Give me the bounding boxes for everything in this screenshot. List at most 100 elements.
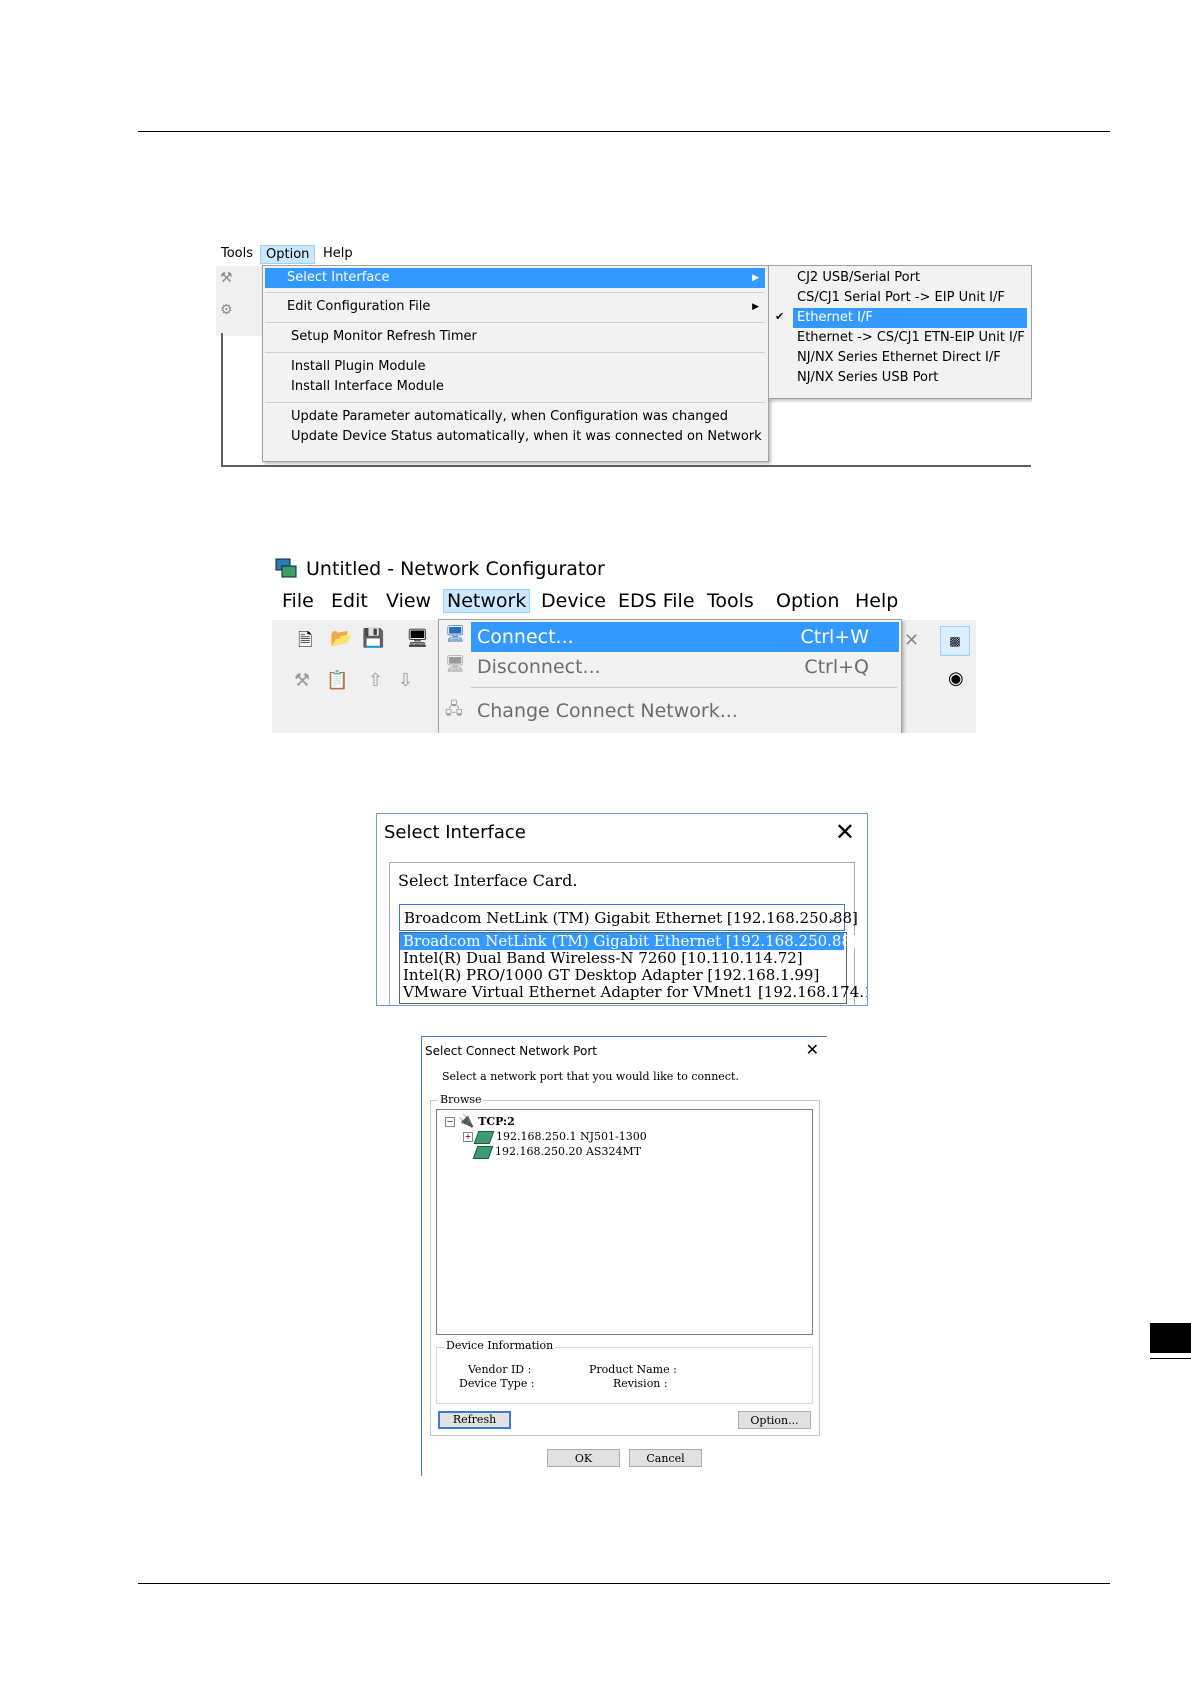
- setup-monitor-item[interactable]: Setup Monitor Refresh Timer: [265, 327, 765, 347]
- menu-separator: [265, 322, 765, 323]
- install-plugin-item[interactable]: Install Plugin Module: [265, 357, 765, 377]
- disconnect-icon: 🖥: [445, 654, 466, 673]
- menu-option[interactable]: Option: [773, 590, 842, 612]
- vendor-id-label: Vendor ID :: [468, 1363, 532, 1376]
- connect-label: Connect...: [477, 626, 574, 648]
- menu-view[interactable]: View: [383, 590, 434, 612]
- submenu-item-ethernet-etn[interactable]: Ethernet -> CS/CJ1 ETN-EIP Unit I/F: [793, 328, 1027, 348]
- update-device-status-item[interactable]: Update Device Status automatically, when…: [265, 427, 765, 447]
- menu-bar: File Edit View Network Device EDS File T…: [272, 587, 976, 617]
- update-parameter-item[interactable]: Update Parameter automatically, when Con…: [265, 407, 765, 427]
- interface-card-options: Broadcom NetLink (TM) Gigabit Ethernet […: [399, 932, 867, 1004]
- edit-config-item[interactable]: Edit Configuration File ▶: [265, 297, 765, 317]
- tree-node-label: 192.168.250.20 AS324MT: [495, 1145, 642, 1158]
- tree-root-tcp[interactable]: − 🔌 TCP:2: [445, 1114, 515, 1129]
- menu-separator: [471, 687, 897, 688]
- network-view-icon[interactable]: ▩: [940, 626, 970, 656]
- tree-root-label: TCP:2: [478, 1115, 515, 1128]
- header-rule: [138, 131, 1110, 132]
- submenu-item-ethernet[interactable]: Ethernet I/F: [793, 308, 1027, 328]
- connect-item[interactable]: Connect... Ctrl+W: [471, 622, 899, 652]
- canvas-bottom-line: [221, 465, 1031, 467]
- wrench-icon[interactable]: ⚒: [220, 270, 233, 286]
- tree-node-nj501[interactable]: +192.168.250.1 NJ501-1300: [463, 1130, 647, 1144]
- page-thumb-rule: [1150, 1358, 1191, 1359]
- page-thumb-tab: [1150, 1323, 1191, 1353]
- menu-eds-file[interactable]: EDS File: [615, 590, 698, 612]
- revision-label: Revision :: [613, 1377, 668, 1390]
- collapse-icon[interactable]: −: [445, 1117, 455, 1127]
- dialog-title: Select Connect Network Port: [425, 1044, 597, 1058]
- interface-card-select[interactable]: Broadcom NetLink (TM) Gigabit Ethernet […: [399, 904, 858, 932]
- chevron-down-icon[interactable]: ⌄: [827, 905, 838, 932]
- menu-bar: Tools Option Help: [216, 243, 1032, 265]
- ok-button[interactable]: OK: [547, 1449, 620, 1467]
- canvas-border: [221, 333, 223, 467]
- menu-separator: [265, 292, 765, 293]
- select-interface-item[interactable]: Select Interface ▶: [265, 268, 765, 288]
- expand-icon[interactable]: +: [463, 1132, 473, 1142]
- select-interface-dialog: Select Interface ✕ Select Interface Card…: [376, 813, 868, 1006]
- close-icon[interactable]: ✕: [806, 1040, 819, 1059]
- menu-option[interactable]: Option: [260, 245, 316, 264]
- menu-tools[interactable]: Tools: [704, 590, 757, 612]
- tree-node-label: 192.168.250.1 NJ501-1300: [496, 1130, 647, 1143]
- wrench-icon[interactable]: ⚒: [294, 670, 310, 691]
- select-interface-submenu: CJ2 USB/Serial Port CS/CJ1 Serial Port -…: [768, 265, 1032, 399]
- change-network-icon: 🖧: [445, 699, 463, 718]
- menu-file[interactable]: File: [279, 590, 317, 612]
- upload-icon[interactable]: ⇧: [368, 670, 383, 691]
- network-dropdown: 🖥 Connect... Ctrl+W 🖥 Disconnect... Ctrl…: [438, 619, 902, 733]
- interface-card-selected: Broadcom NetLink (TM) Gigabit Ethernet […: [404, 909, 858, 927]
- device-type-label: Device Type :: [459, 1377, 535, 1390]
- interface-option-broadcom[interactable]: Broadcom NetLink (TM) Gigabit Ethernet […: [400, 933, 857, 950]
- submenu-arrow-icon: ▶: [752, 273, 759, 283]
- interface-option-intel-wireless[interactable]: Intel(R) Dual Band Wireless-N 7260 [10.1…: [400, 950, 844, 967]
- disconnect-item[interactable]: Disconnect... Ctrl+Q: [471, 652, 899, 682]
- interface-option-vmware[interactable]: VMware Virtual Ethernet Adapter for VMne…: [400, 984, 867, 1001]
- download-icon[interactable]: ⇩: [398, 670, 413, 691]
- select-interface-label: Select Interface: [287, 270, 390, 285]
- edit-config-label: Edit Configuration File: [287, 299, 431, 314]
- network-configurator-app-icon: [275, 558, 297, 578]
- close-icon[interactable]: ✕: [904, 630, 919, 651]
- new-file-icon[interactable]: 🗎: [298, 628, 312, 658]
- submenu-item-cj2-usb[interactable]: CJ2 USB/Serial Port: [793, 268, 1027, 288]
- refresh-button[interactable]: Refresh: [438, 1411, 511, 1429]
- tool-icon[interactable]: ⚙: [220, 302, 233, 318]
- submenu-arrow-icon: ▶: [752, 302, 759, 312]
- disconnect-shortcut: Ctrl+Q: [804, 656, 869, 678]
- install-interface-item[interactable]: Install Interface Module: [265, 377, 765, 397]
- menu-tools[interactable]: Tools: [216, 245, 258, 262]
- connect-shortcut: Ctrl+W: [800, 626, 869, 648]
- browse-label: Browse: [438, 1093, 484, 1106]
- device-icon: [472, 1145, 494, 1159]
- network-tree: − 🔌 TCP:2 +192.168.250.1 NJ501-1300 192.16…: [436, 1109, 813, 1335]
- binoculars-icon[interactable]: ◉: [948, 668, 964, 689]
- option-button[interactable]: Option...: [738, 1411, 811, 1429]
- tree-node-as324mt[interactable]: 192.168.250.20 AS324MT: [472, 1145, 642, 1159]
- device-information-label: Device Information: [444, 1339, 556, 1352]
- save-icon[interactable]: 💾: [362, 628, 384, 649]
- clipboard-icon[interactable]: 📋: [326, 670, 348, 691]
- footer-rule: [138, 1583, 1110, 1584]
- close-icon[interactable]: ✕: [835, 818, 855, 846]
- option-menu-screenshot: Tools Option Help ⚒ ⚙ Select Interface ▶…: [216, 243, 1032, 488]
- menu-separator: [265, 402, 765, 403]
- menu-edit[interactable]: Edit: [328, 590, 371, 612]
- menu-help[interactable]: Help: [318, 245, 358, 262]
- menu-network[interactable]: Network: [443, 589, 531, 613]
- cancel-button[interactable]: Cancel: [629, 1449, 702, 1467]
- dialog-title: Select Interface: [384, 822, 526, 843]
- connect-icon: 🖥: [445, 624, 466, 643]
- menu-help[interactable]: Help: [852, 590, 901, 612]
- submenu-item-nj-ethernet[interactable]: NJ/NX Series Ethernet Direct I/F: [793, 348, 1027, 368]
- interface-option-intel-pro[interactable]: Intel(R) PRO/1000 GT Desktop Adapter [19…: [400, 967, 844, 984]
- submenu-item-nj-usb[interactable]: NJ/NX Series USB Port: [793, 368, 1027, 388]
- menu-device[interactable]: Device: [538, 590, 609, 612]
- change-connect-network-item[interactable]: Change Connect Network...: [471, 696, 899, 726]
- submenu-item-cs-cj1-serial[interactable]: CS/CJ1 Serial Port -> EIP Unit I/F: [793, 288, 1027, 308]
- open-folder-icon[interactable]: 📂: [330, 628, 352, 649]
- disconnect-label: Disconnect...: [477, 656, 601, 678]
- connect-icon[interactable]: 🖥: [406, 628, 429, 649]
